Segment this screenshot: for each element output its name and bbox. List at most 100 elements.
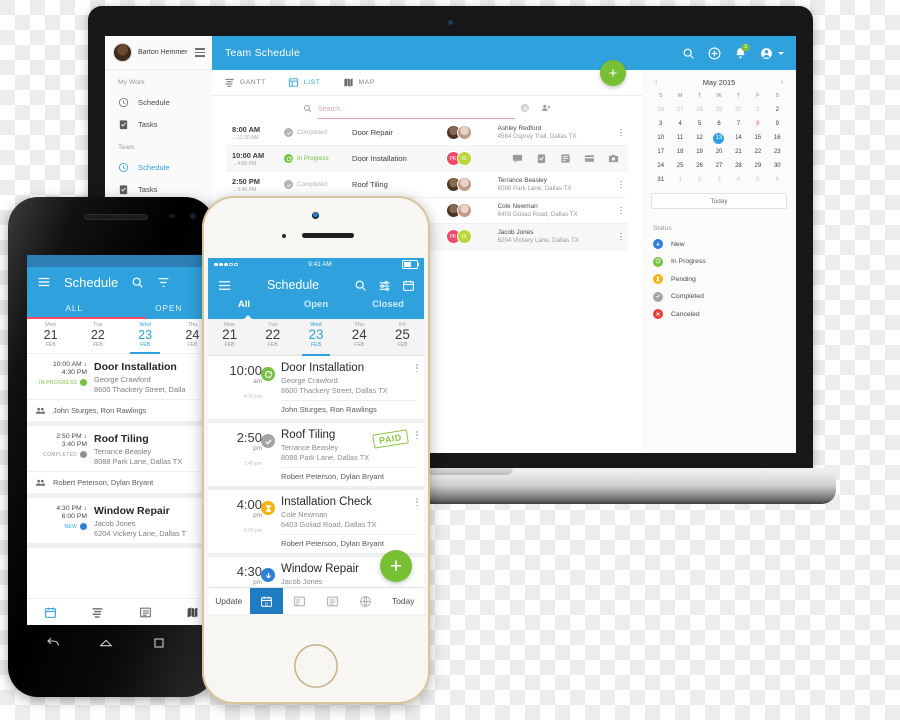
calendar-day[interactable]: 8 xyxy=(748,119,767,130)
payment-card-icon[interactable] xyxy=(584,153,595,164)
add-fab-button[interactable]: + xyxy=(600,60,626,86)
day-column-selected[interactable]: Wed 23 FEB xyxy=(122,319,169,354)
calendar-icon[interactable] xyxy=(402,279,415,292)
calendar-day[interactable]: 17 xyxy=(651,147,670,158)
menu-icon[interactable] xyxy=(37,275,51,289)
filter-sliders-icon[interactable] xyxy=(378,279,391,292)
calendar-day[interactable]: 6 xyxy=(768,175,787,186)
day-column[interactable]: Tue 22 FEB xyxy=(74,319,121,353)
calendar-day[interactable]: 20 xyxy=(709,147,728,158)
calendar-day[interactable]: 14 xyxy=(729,133,748,144)
sidebar-item-my-tasks[interactable]: Tasks xyxy=(105,113,212,135)
day-column[interactable]: Tue 22 FEB xyxy=(251,319,294,355)
table-row[interactable]: 8:00 AM →11:30 AM Completed Door Repair xyxy=(226,120,628,146)
calendar-day[interactable]: 3 xyxy=(709,175,728,186)
list-item[interactable]: 10:00 AM ↓ 4:30 PM IN PROGRESS Door Inst… xyxy=(27,354,216,426)
sidebar-item-my-schedule[interactable]: Schedule xyxy=(105,91,212,113)
add-circle-icon[interactable] xyxy=(708,47,721,60)
calendar-day[interactable]: 27 xyxy=(709,161,728,172)
search-icon[interactable] xyxy=(131,276,144,289)
calendar-icon[interactable] xyxy=(44,606,57,619)
toolbar-gantt-button[interactable] xyxy=(283,588,316,614)
list-icon[interactable] xyxy=(139,606,152,619)
calendar-day[interactable]: 15 xyxy=(748,133,767,144)
calendar-day[interactable]: 24 xyxy=(651,161,670,172)
calendar-next-button[interactable]: › xyxy=(781,79,783,86)
calendar-day[interactable]: 9 xyxy=(768,119,787,130)
home-icon[interactable] xyxy=(98,635,114,651)
search-icon[interactable] xyxy=(354,279,367,292)
calendar-day[interactable]: 19 xyxy=(690,147,709,158)
day-column-selected[interactable]: Wed 23 FEB xyxy=(294,319,337,356)
list-item[interactable]: 4:00 pm 6:00 pm Installation Check Cole … xyxy=(208,490,424,557)
menu-icon[interactable] xyxy=(217,278,232,293)
card-menu-icon[interactable] xyxy=(416,498,418,507)
calendar-day[interactable]: 26 xyxy=(651,105,670,116)
calendar-day[interactable]: 30 xyxy=(768,161,787,172)
list-item[interactable]: 10:00 am 4:30 pm Door Installation Georg… xyxy=(208,356,424,423)
calendar-day[interactable]: 28 xyxy=(729,161,748,172)
map-icon[interactable] xyxy=(186,606,199,619)
calendar-day[interactable]: 22 xyxy=(748,147,767,158)
calendar-day[interactable]: 29 xyxy=(748,161,767,172)
calendar-day[interactable]: 3 xyxy=(651,119,670,130)
bell-icon[interactable]: 3 xyxy=(734,43,750,60)
calendar-day[interactable]: 10 xyxy=(651,133,670,144)
calendar-day[interactable]: 11 xyxy=(670,133,689,144)
iphone-home-button[interactable] xyxy=(294,644,338,688)
calendar-day[interactable]: 7 xyxy=(729,119,748,130)
calendar-day[interactable]: 26 xyxy=(690,161,709,172)
search-input[interactable]: Search xyxy=(318,98,515,119)
tab-all[interactable]: ALL xyxy=(27,304,122,313)
update-button[interactable]: Update xyxy=(208,596,250,606)
tab-gantt[interactable]: GANTT xyxy=(224,77,266,88)
day-column[interactable]: Mon 21 FEB xyxy=(27,319,74,353)
calendar-day[interactable]: 2 xyxy=(768,105,787,116)
calendar-day[interactable]: 30 xyxy=(729,105,748,116)
calendar-day[interactable]: 18 xyxy=(670,147,689,158)
table-row[interactable]: 2:50 PM →3:40 PM Completed Roof Tiling T… xyxy=(226,172,628,198)
tab-list[interactable]: LIST xyxy=(288,77,321,88)
invoice-icon[interactable] xyxy=(560,153,571,164)
calendar-day-selected[interactable]: 13 xyxy=(709,133,728,144)
calendar-day[interactable]: 4 xyxy=(670,119,689,130)
clear-icon[interactable] xyxy=(521,104,529,112)
card-menu-icon[interactable] xyxy=(416,364,418,373)
account-icon[interactable] xyxy=(760,47,773,60)
row-menu-icon[interactable] xyxy=(614,206,628,215)
day-column[interactable]: Thu 24 FEB xyxy=(338,319,381,355)
calendar-day[interactable]: 6 xyxy=(709,119,728,130)
back-icon[interactable] xyxy=(45,635,61,651)
calendar-day[interactable]: 4 xyxy=(729,175,748,186)
row-menu-icon[interactable] xyxy=(614,180,628,189)
card-menu-icon[interactable] xyxy=(416,431,418,440)
calendar-day[interactable]: 1 xyxy=(748,105,767,116)
calendar-day[interactable]: 21 xyxy=(729,147,748,158)
segment-closed[interactable]: Closed xyxy=(352,299,424,319)
calendar-day[interactable]: 23 xyxy=(768,147,787,158)
checklist-icon[interactable] xyxy=(536,153,547,164)
camera-icon[interactable] xyxy=(608,153,619,164)
comment-icon[interactable] xyxy=(512,153,523,164)
menu-icon[interactable] xyxy=(195,48,205,57)
list-item[interactable]: 2:50 pm 3:40 pm Roof Tiling Terrance Bea… xyxy=(208,423,424,490)
chevron-down-icon[interactable] xyxy=(778,51,784,55)
row-menu-icon[interactable] xyxy=(614,232,628,241)
calendar-day[interactable]: 1 xyxy=(670,175,689,186)
calendar-day[interactable]: 2 xyxy=(690,175,709,186)
calendar-day[interactable]: 16 xyxy=(768,133,787,144)
calendar-day[interactable]: 25 xyxy=(670,161,689,172)
tab-map[interactable]: MAP xyxy=(343,77,375,88)
day-column[interactable]: Mon 21 FEB xyxy=(208,319,251,355)
gantt-icon[interactable] xyxy=(91,606,104,619)
search-field-wrap[interactable]: Search xyxy=(303,98,551,119)
row-menu-icon[interactable] xyxy=(614,128,628,137)
today-button[interactable]: Today xyxy=(382,596,424,606)
calendar-day[interactable]: 27 xyxy=(670,105,689,116)
calendar-day[interactable]: 31 xyxy=(651,175,670,186)
calendar-day[interactable]: 12 xyxy=(690,133,709,144)
toolbar-list-button[interactable] xyxy=(316,588,349,614)
add-fab-button[interactable]: + xyxy=(380,550,412,582)
list-item[interactable]: 2:50 PM ↓ 3:40 PM COMPLETED Roof Tiling … xyxy=(27,426,216,498)
toolbar-calendar-button[interactable]: D xyxy=(249,588,283,614)
